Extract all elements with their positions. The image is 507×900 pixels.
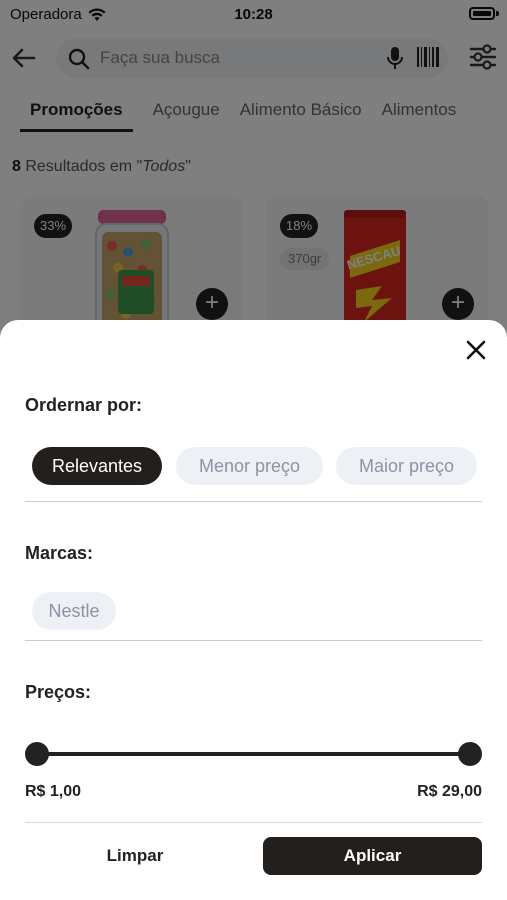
order-by-title: Ordernar por:	[25, 395, 143, 415]
price-max-handle[interactable]	[458, 742, 482, 766]
price-min-handle[interactable]	[25, 742, 49, 766]
apply-button[interactable]: Aplicar	[263, 837, 482, 875]
order-option-menor-preco[interactable]: Menor preço	[176, 447, 323, 485]
price-max-label: R$ 29,00	[417, 783, 482, 800]
brands-title: Marcas:	[25, 543, 94, 563]
price-range-track[interactable]	[37, 752, 470, 756]
close-icon[interactable]	[462, 336, 490, 364]
brand-option-nestle[interactable]: Nestle	[32, 592, 116, 630]
footer-divider	[25, 822, 482, 823]
order-option-relevantes[interactable]: Relevantes	[32, 447, 162, 485]
clear-button[interactable]: Limpar	[25, 837, 245, 875]
order-option-maior-preco[interactable]: Maior preço	[336, 447, 477, 485]
section-divider	[25, 640, 482, 641]
price-min-label: R$ 1,00	[25, 783, 82, 800]
prices-title: Preços:	[25, 682, 92, 702]
filter-bottom-sheet: Ordernar por: Relevantes Menor preço Mai…	[0, 320, 507, 900]
section-divider	[25, 501, 482, 502]
